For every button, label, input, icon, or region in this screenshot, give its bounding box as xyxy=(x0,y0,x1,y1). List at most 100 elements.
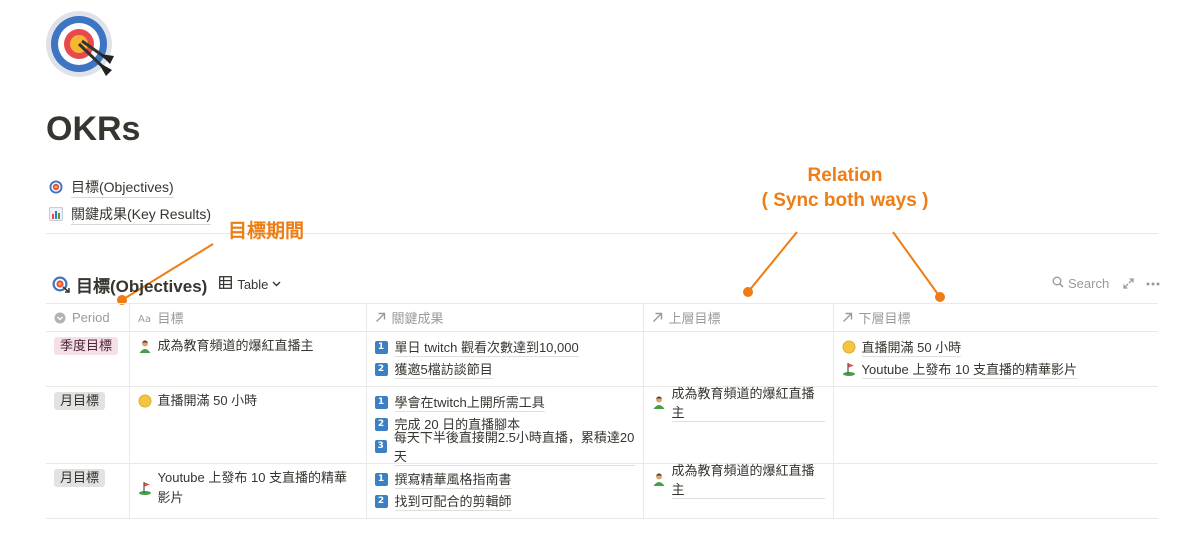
objective-cell[interactable]: 成為教育頻道的爆紅直播主 xyxy=(128,331,366,387)
table-row[interactable]: 季度目標 成為教育頻道的爆紅直播主 1 單日 twitch 觀看次數達到10,00… xyxy=(46,331,1158,387)
period-cell[interactable]: 月目標 xyxy=(46,386,129,464)
annotation-period: 目標期間 xyxy=(228,221,305,242)
target-dartboard-icon[interactable] xyxy=(46,10,116,80)
parent-objective-item[interactable]: 成為教育頻道的爆紅直播主 xyxy=(652,386,825,422)
number-3-icon: 3 xyxy=(374,439,387,453)
view-switcher[interactable]: Table xyxy=(219,276,281,292)
relation-arrow-icon xyxy=(375,312,386,323)
key-result-text: 找到可配合的剪輯師 xyxy=(394,491,512,511)
period-cell[interactable]: 季度目標 xyxy=(46,331,129,387)
key-result-text: 獲邀5檔訪談節目 xyxy=(394,359,493,379)
period-tag: 月目標 xyxy=(54,469,106,487)
number-2-icon: 2 xyxy=(374,417,388,431)
page-title: OKRs xyxy=(46,110,141,148)
streamer-person-icon xyxy=(652,472,666,486)
annotation-relation-title: Relation xyxy=(807,165,883,186)
database-header: 目標(Objectives) Table xyxy=(52,272,281,296)
key-result-item[interactable]: 3 每天下半後直接開2.5小時直播，累積達20天 xyxy=(374,430,635,466)
objective-title: 直播開滿 50 小時 xyxy=(157,393,258,408)
column-label-children: 下層目標 xyxy=(858,311,911,326)
link-key-results[interactable]: 關鍵成果(Key Results) xyxy=(48,203,212,225)
arrow-parent xyxy=(743,231,798,297)
key-results-cell[interactable]: 1 撰寫精華風格指南書 2 找到可配合的剪輯師 xyxy=(365,463,643,519)
bar-chart-icon xyxy=(48,206,64,222)
column-header-children[interactable]: 下層目標 xyxy=(832,303,1158,332)
table-row[interactable]: 月目標 Youtube 上發布 10 支直播的精華影片 1 撰寫精華風格指南書 2… xyxy=(46,463,1158,519)
child-objective-item[interactable]: Youtube 上發布 10 支直播的精華影片 xyxy=(842,358,1151,380)
arrow-children xyxy=(892,231,945,302)
yellow-circle-icon xyxy=(842,340,856,354)
parent-objective-text: 成為教育頻道的爆紅直播主 xyxy=(671,460,825,499)
column-header-period[interactable]: Period xyxy=(46,303,129,332)
target-icon xyxy=(48,179,64,195)
search-label: Search xyxy=(1068,276,1110,291)
child-objective-text: Youtube 上發布 10 支直播的精華影片 xyxy=(861,359,1078,379)
relation-arrow-icon xyxy=(842,312,853,323)
parent-objective-item[interactable]: 成為教育頻道的爆紅直播主 xyxy=(652,463,825,499)
select-icon xyxy=(54,312,66,324)
number-1-icon: 1 xyxy=(374,340,388,354)
number-1-icon: 1 xyxy=(374,395,388,409)
column-header-objective[interactable]: Aa 目標 xyxy=(128,303,366,332)
key-result-item[interactable]: 1 單日 twitch 觀看次數達到10,000 xyxy=(374,336,635,358)
column-header-key-results[interactable]: 關鍵成果 xyxy=(365,303,643,332)
link-key-results-label: 關鍵成果(Key Results) xyxy=(71,204,212,225)
key-result-item[interactable]: 1 撰寫精華風格指南書 xyxy=(374,468,635,490)
child-objective-text: 直播開滿 50 小時 xyxy=(861,337,962,357)
yellow-circle-icon xyxy=(138,394,152,408)
target-link-icon xyxy=(52,275,70,293)
key-result-text: 撰寫精華風格指南書 xyxy=(394,469,512,489)
streamer-person-icon xyxy=(652,395,666,409)
child-objective-item[interactable]: 直播開滿 50 小時 xyxy=(842,336,1151,358)
parent-cell[interactable]: 成為教育頻道的爆紅直播主 xyxy=(642,386,833,464)
number-1-icon: 1 xyxy=(374,472,388,486)
golf-flag-icon xyxy=(138,481,152,495)
key-result-item[interactable]: 2 找到可配合的剪輯師 xyxy=(374,490,635,512)
column-header-parent[interactable]: 上層目標 xyxy=(642,303,833,332)
database-toolbar: Search xyxy=(1052,276,1160,291)
column-label-key-results: 關鍵成果 xyxy=(391,311,444,326)
relation-arrow-icon xyxy=(652,312,663,323)
number-2-icon: 2 xyxy=(374,494,388,508)
table-icon xyxy=(219,276,233,292)
svg-text:Aa: Aa xyxy=(138,314,151,323)
key-result-text: 單日 twitch 觀看次數達到10,000 xyxy=(394,337,579,357)
streamer-person-icon xyxy=(138,339,152,353)
table-row[interactable]: 月目標 直播開滿 50 小時 1 學會在twitch上開所需工具 2 完成 20 日… xyxy=(46,386,1158,466)
annotation-relation-subtitle: ( Sync both ways ) xyxy=(761,190,929,211)
period-tag: 月目標 xyxy=(54,392,106,410)
expand-icon[interactable] xyxy=(1123,278,1134,289)
link-objectives[interactable]: 目標(Objectives) xyxy=(48,176,174,198)
annotation-relation: Relation ( Sync both ways ) xyxy=(745,165,945,212)
column-label-objective: 目標 xyxy=(157,311,184,326)
period-cell[interactable]: 月目標 xyxy=(46,463,129,519)
parent-objective-text: 成為教育頻道的爆紅直播主 xyxy=(671,383,825,422)
text-aa-icon: Aa xyxy=(138,312,152,323)
table-header-row: Period Aa 目標 關鍵成果 上層目標 下層目標 xyxy=(46,303,1158,332)
parent-cell[interactable] xyxy=(642,331,833,387)
children-cell[interactable] xyxy=(832,463,1158,519)
key-result-item[interactable]: 1 學會在twitch上開所需工具 xyxy=(374,391,635,413)
children-cell[interactable]: 直播開滿 50 小時 Youtube 上發布 10 支直播的精華影片 xyxy=(832,331,1158,387)
more-options-icon[interactable] xyxy=(1146,282,1160,286)
divider xyxy=(46,233,1158,234)
view-switcher-label: Table xyxy=(237,276,269,292)
objective-cell[interactable]: 直播開滿 50 小時 xyxy=(128,386,366,464)
period-tag: 季度目標 xyxy=(54,337,119,355)
key-result-text: 每天下半後直接開2.5小時直播，累積達20天 xyxy=(393,427,635,466)
key-result-item[interactable]: 2 獲邀5檔訪談節目 xyxy=(374,358,635,380)
key-results-cell[interactable]: 1 學會在twitch上開所需工具 2 完成 20 日的直播腳本 3 每天下半後直接開… xyxy=(365,386,643,466)
parent-cell[interactable]: 成為教育頻道的爆紅直播主 xyxy=(642,463,833,519)
column-label-period: Period xyxy=(72,310,110,325)
objective-cell[interactable]: Youtube 上發布 10 支直播的精華影片 xyxy=(128,463,366,519)
search-button[interactable]: Search xyxy=(1052,276,1123,291)
objectives-table: Period Aa 目標 關鍵成果 上層目標 下層目標 季度目標 成為教育頻道的… xyxy=(46,303,1158,519)
key-results-cell[interactable]: 1 單日 twitch 觀看次數達到10,000 2 獲邀5檔訪談節目 xyxy=(365,331,643,387)
search-icon xyxy=(1052,276,1064,291)
children-cell[interactable] xyxy=(832,386,1158,464)
database-title[interactable]: 目標(Objectives) xyxy=(76,272,207,297)
key-result-text: 學會在twitch上開所需工具 xyxy=(394,392,545,412)
number-2-icon: 2 xyxy=(374,362,388,376)
objective-title: 成為教育頻道的爆紅直播主 xyxy=(157,338,314,353)
column-label-parent: 上層目標 xyxy=(668,311,721,326)
